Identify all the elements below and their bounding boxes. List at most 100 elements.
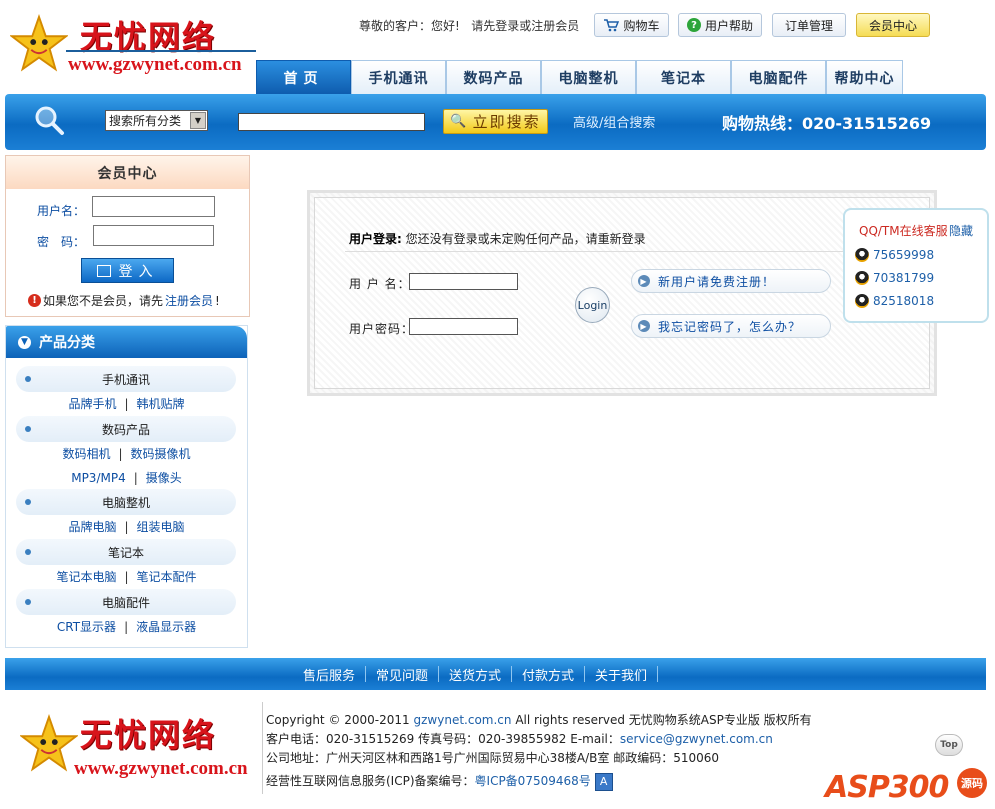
footer-link-faq[interactable]: 常见问题 [366, 665, 438, 684]
login-icon [96, 264, 111, 277]
category-link[interactable]: 笔记本电脑 [56, 570, 116, 584]
category-title: 产品分类 [39, 335, 95, 351]
site-logo[interactable]: 无忧网络 www.gzwynet.com.cn [10, 8, 260, 80]
qq-contact[interactable]: 70381799 [855, 271, 934, 285]
copyright-line: Copyright © 2000-2011 gzwynet.com.cn All… [266, 711, 812, 730]
footer-nav: 售后服务 常见问题 送货方式 付款方式 关于我们 [5, 658, 986, 690]
icp-link[interactable]: 粤ICP备07509468号 [475, 774, 591, 788]
footer-link-payment[interactable]: 付款方式 [512, 665, 584, 684]
tab-home[interactable]: 首页 [256, 60, 351, 94]
category-subs: 品牌手机 | 韩机贴牌 [68, 397, 185, 411]
category-group-notebook[interactable]: 笔记本 [16, 539, 236, 565]
category-link[interactable]: 液晶显示器 [136, 620, 196, 634]
register-notice: ! 如果您不是会员，请先 注册会员! [28, 292, 220, 309]
tab-digital[interactable]: 数码产品 [446, 60, 541, 94]
watermark-text: ASP300 [825, 770, 949, 805]
category-link[interactable]: 笔记本配件 [137, 570, 197, 584]
category-subs: MP3/MP4 | 摄像头 [71, 471, 182, 485]
footer-link-delivery[interactable]: 送货方式 [439, 665, 511, 684]
member-center-label: 会员中心 [868, 18, 917, 33]
qq-contact[interactable]: 82518018 [855, 294, 934, 308]
member-box-title: 会员中心 [6, 156, 249, 189]
search-input[interactable] [238, 113, 425, 131]
contact-line: 客户电话：020-31515269 传真号码：020-39855982 E-ma… [266, 730, 812, 749]
login-button[interactable]: Login [575, 287, 610, 323]
footer-logo-url: www.gzwynet.com.cn [74, 758, 248, 779]
category-group-desktop[interactable]: 电脑整机 [16, 489, 236, 515]
category-link[interactable]: 数码摄像机 [131, 447, 191, 461]
member-login-button[interactable]: 登入 [81, 258, 174, 283]
member-username-input[interactable] [92, 196, 215, 217]
password-input[interactable] [409, 318, 518, 335]
member-username-label: 用户名： [37, 204, 86, 218]
category-group-accessories[interactable]: 电脑配件 [16, 589, 236, 615]
orders-button[interactable]: 订单管理 [772, 13, 846, 37]
category-group-digital[interactable]: 数码产品 [16, 416, 236, 442]
tab-accessories[interactable]: 电脑配件 [731, 60, 826, 94]
beian-badge-icon[interactable]: A [594, 772, 613, 791]
forgot-password-pill[interactable]: ▶ 我忘记密码了，怎么办？ [631, 314, 831, 338]
help-button[interactable]: ? 用户帮助 [678, 13, 762, 37]
cart-label: 购物车 [623, 18, 660, 33]
register-link[interactable]: 注册会员 [531, 19, 579, 33]
qq-number: 75659998 [873, 248, 935, 262]
qq-title: QQ/TM在线客服 [859, 224, 948, 238]
login-link[interactable]: 请先登录 [471, 19, 519, 33]
logo-url: www.gzwynet.com.cn [68, 54, 242, 75]
login-panel-title-text: 您还没有登录或未定购任何产品，请重新登录 [405, 232, 646, 246]
tab-notebook[interactable]: 笔记本 [636, 60, 731, 94]
footer-link-about[interactable]: 关于我们 [585, 665, 657, 684]
member-password-input[interactable] [93, 225, 214, 246]
chevron-down-icon[interactable]: ▼ [190, 112, 206, 129]
category-subs: CRT显示器 | 液晶显示器 [56, 620, 197, 634]
copyright-domain-link[interactable]: gzwynet.com.cn [414, 713, 512, 727]
qq-hide-link[interactable]: 隐藏 [949, 222, 973, 239]
category-group-mobile[interactable]: 手机通讯 [16, 366, 236, 392]
arrow-right-icon: ▶ [638, 275, 650, 287]
hotline: 购物热线：020-31515269 [722, 114, 932, 133]
category-link[interactable]: 韩机贴牌 [137, 397, 185, 411]
category-link[interactable]: 组装电脑 [137, 520, 185, 534]
username-input[interactable] [409, 273, 518, 290]
tab-help[interactable]: 帮助中心 [826, 60, 903, 94]
category-select[interactable]: 搜索所有分类 ▼ [105, 110, 208, 131]
footer-link-aftersales[interactable]: 售后服务 [293, 665, 365, 684]
category-link[interactable]: 品牌手机 [68, 397, 116, 411]
category-link[interactable]: 数码相机 [62, 447, 110, 461]
footer-separator [657, 666, 659, 682]
tab-mobile[interactable]: 手机通讯 [351, 60, 446, 94]
arrow-down-icon: ▼ [18, 335, 31, 349]
search-button[interactable]: 🔍 立即搜索 [443, 109, 548, 134]
category-link[interactable]: MP3/MP4 [71, 471, 126, 485]
footer-divider [262, 702, 263, 794]
copyright-suffix: All rights reserved 无忧购物系统ASP专业版 版权所有 [511, 713, 812, 727]
qq-penguin-icon [855, 271, 869, 285]
cart-button[interactable]: 购物车 [594, 13, 669, 37]
warning-icon: ! [28, 294, 41, 307]
star-mascot-icon [20, 714, 78, 772]
qq-penguin-icon [855, 248, 869, 262]
member-center-button[interactable]: 会员中心 [856, 13, 930, 37]
login-panel-inner: 用户登录: 您还没有登录或未定购任何产品，请重新登录 用 户 名： 用户密码： … [314, 197, 930, 389]
advanced-search-link[interactable]: 高级/组合搜索 [573, 112, 655, 131]
greeting-prefix: 尊敬的客户：您好! [359, 19, 460, 33]
watermark-mark: 源码 [957, 768, 987, 798]
category-link[interactable]: 品牌电脑 [68, 520, 116, 534]
tab-desktop[interactable]: 电脑整机 [541, 60, 636, 94]
category-link[interactable]: 摄像头 [146, 471, 182, 485]
category-select-value: 搜索所有分类 [109, 114, 182, 128]
notice-register-link[interactable]: 注册会员 [165, 292, 213, 309]
icp-line: 经营性互联网信息服务(ICP)备案编号：粤ICP备07509468号 A [266, 772, 812, 791]
qq-contact[interactable]: 75659998 [855, 248, 934, 262]
arrow-right-icon: ▶ [638, 320, 650, 332]
icp-prefix: 经营性互联网信息服务(ICP)备案编号： [266, 774, 475, 788]
divider [345, 251, 865, 252]
register-link-pill[interactable]: ▶ 新用户请免费注册！ [631, 269, 831, 293]
email-link[interactable]: service@gzwynet.com.cn [620, 732, 773, 746]
search-icon [35, 106, 64, 135]
category-link[interactable]: CRT显示器 [57, 620, 116, 634]
search-button-label: 立即搜索 [472, 113, 541, 131]
login-panel-title-bold: 用户登录: [349, 232, 402, 246]
member-password-label: 密 码： [37, 235, 86, 249]
back-to-top-button[interactable]: Top [935, 734, 963, 756]
